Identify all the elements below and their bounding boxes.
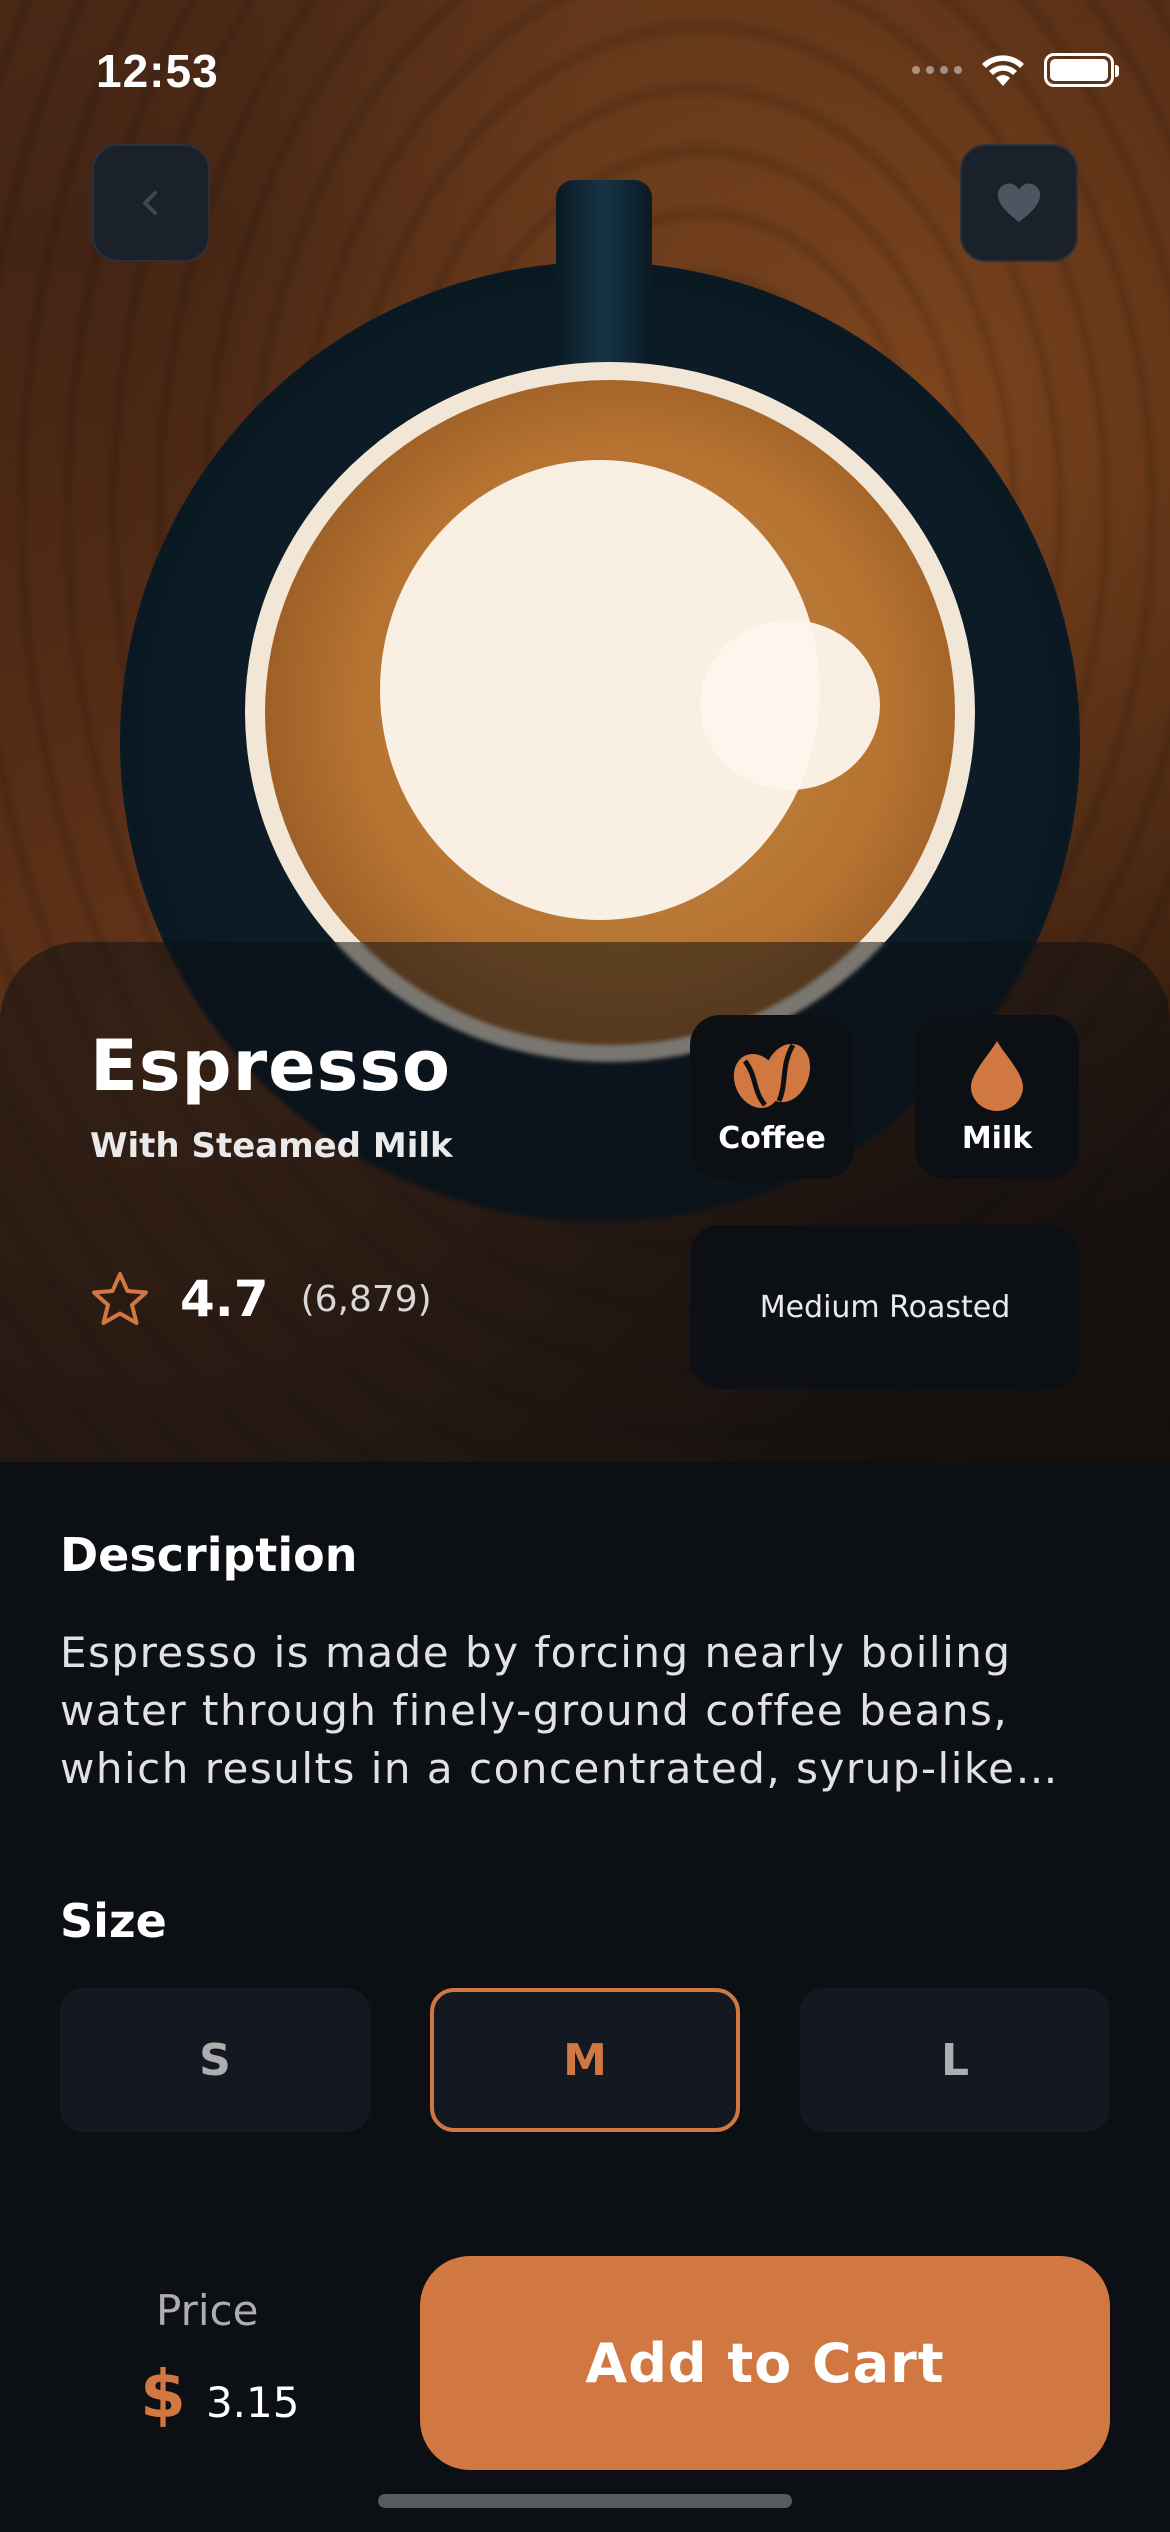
- ingredient-chip-milk: Milk: [915, 1015, 1079, 1179]
- product-title: Espresso: [90, 1025, 452, 1107]
- chip-label: Coffee: [718, 1120, 826, 1156]
- product-subtitle: With Steamed Milk: [90, 1126, 453, 1166]
- chevron-left-icon: [143, 191, 157, 215]
- status-time: 12:53: [96, 45, 219, 97]
- heart-icon: [997, 183, 1041, 222]
- rating-value: 4.7: [180, 1270, 269, 1328]
- cup-handle: [556, 180, 652, 380]
- roast-level-badge: Medium Roasted: [690, 1225, 1080, 1389]
- rating-count: (6,879): [300, 1278, 432, 1320]
- price-value: 3.15: [205, 2378, 300, 2427]
- favorite-button[interactable]: [960, 144, 1078, 262]
- ingredient-chip-coffee: Coffee: [690, 1015, 854, 1179]
- description-text[interactable]: Espresso is made by forcing nearly boili…: [60, 1624, 1110, 1798]
- battery-icon: [1044, 53, 1119, 87]
- price-display: $ 3.15: [140, 2356, 299, 2433]
- back-button[interactable]: [92, 144, 210, 262]
- price-label: Price: [156, 2286, 259, 2335]
- size-option-m[interactable]: M: [430, 1988, 740, 2132]
- description-title: Description: [60, 1528, 358, 1582]
- star-icon: [92, 1272, 148, 1325]
- chip-label: Milk: [961, 1120, 1033, 1156]
- milk-drop-icon: [971, 1040, 1023, 1111]
- wifi-icon: [982, 55, 1024, 86]
- add-to-cart-button[interactable]: Add to Cart: [420, 2256, 1110, 2470]
- status-icons: [912, 52, 1119, 88]
- size-option-s[interactable]: S: [60, 1988, 370, 2132]
- signal-icon: [912, 66, 962, 74]
- size-title: Size: [60, 1894, 167, 1948]
- latte-art-heart: [700, 620, 880, 790]
- size-option-l[interactable]: L: [800, 1988, 1110, 2132]
- home-indicator[interactable]: [378, 2494, 792, 2508]
- currency-symbol: $: [140, 2356, 186, 2433]
- rating-row: 4.7 (6,879): [90, 1270, 432, 1328]
- coffee-beans-icon: [733, 1043, 811, 1108]
